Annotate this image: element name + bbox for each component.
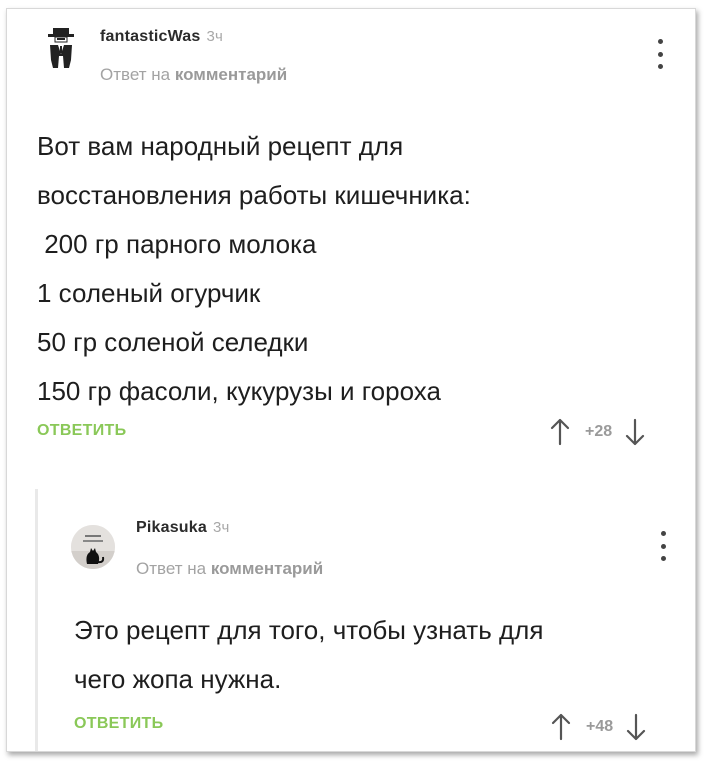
comment-line: 1 соленый огурчик [37, 278, 261, 308]
arrow-down-icon[interactable] [624, 417, 646, 447]
comment-thread: fantasticWas 3ч Ответ на комментарий Вот … [6, 8, 696, 752]
arrow-up-icon[interactable] [549, 417, 571, 447]
comment: fantasticWas 3ч Ответ на комментарий Вот … [7, 9, 697, 479]
avatar[interactable] [71, 525, 115, 569]
comment-line: 200 гр парного молока [37, 229, 317, 259]
author-name-text[interactable]: Pikasuka [136, 519, 207, 536]
comment-time: 3ч [212, 519, 230, 536]
reply-target-link[interactable]: комментарий [175, 65, 287, 84]
comment-line: 150 гр фасоли, кукурузы и гороха [37, 376, 441, 406]
comment-time: 3ч [206, 28, 224, 45]
comment-line: 50 гр соленой селедки [37, 327, 309, 357]
cat-avatar-icon [71, 525, 115, 569]
author-name-text[interactable]: fantasticWas [100, 28, 201, 45]
author-name[interactable]: fantasticWas 3ч [100, 28, 223, 46]
reply-comment: Pikasuka 3ч Ответ на комментарий Это реце… [35, 489, 700, 751]
more-dots-icon[interactable] [658, 531, 668, 561]
vote-controls: +48 [550, 712, 647, 742]
comment-text: Это рецепт для того, чтобы узнать для че… [74, 606, 543, 704]
rating-value: +48 [586, 718, 614, 735]
more-dots-icon[interactable] [655, 39, 665, 69]
reply-button[interactable]: ОТВЕТИТЬ [37, 422, 126, 440]
rating-value: +28 [585, 423, 613, 440]
reply-target-link[interactable]: комментарий [211, 559, 323, 578]
reply-button[interactable]: ОТВЕТИТЬ [74, 715, 163, 733]
reply-to-info: Ответ на комментарий [136, 559, 323, 579]
comment-line: Вот вам народный рецепт для [37, 131, 404, 161]
comment-text: Вот вам народный рецепт для восстановлен… [37, 122, 471, 416]
author-name[interactable]: Pikasuka 3ч [136, 519, 230, 537]
reply-to-info: Ответ на комментарий [100, 65, 287, 85]
avatar[interactable] [39, 26, 83, 70]
comment-line: Это рецепт для того, чтобы узнать для [74, 615, 544, 645]
vote-controls: +28 [549, 417, 646, 447]
arrow-down-icon[interactable] [625, 712, 647, 742]
reply-prefix: Ответ на [100, 65, 171, 84]
comment-line: восстановления работы кишечника: [37, 180, 471, 210]
arrow-up-icon[interactable] [550, 712, 572, 742]
reply-prefix: Ответ на [136, 559, 207, 578]
spy-avatar-icon [48, 28, 74, 68]
comment-line: чего жопа нужна. [74, 664, 282, 694]
